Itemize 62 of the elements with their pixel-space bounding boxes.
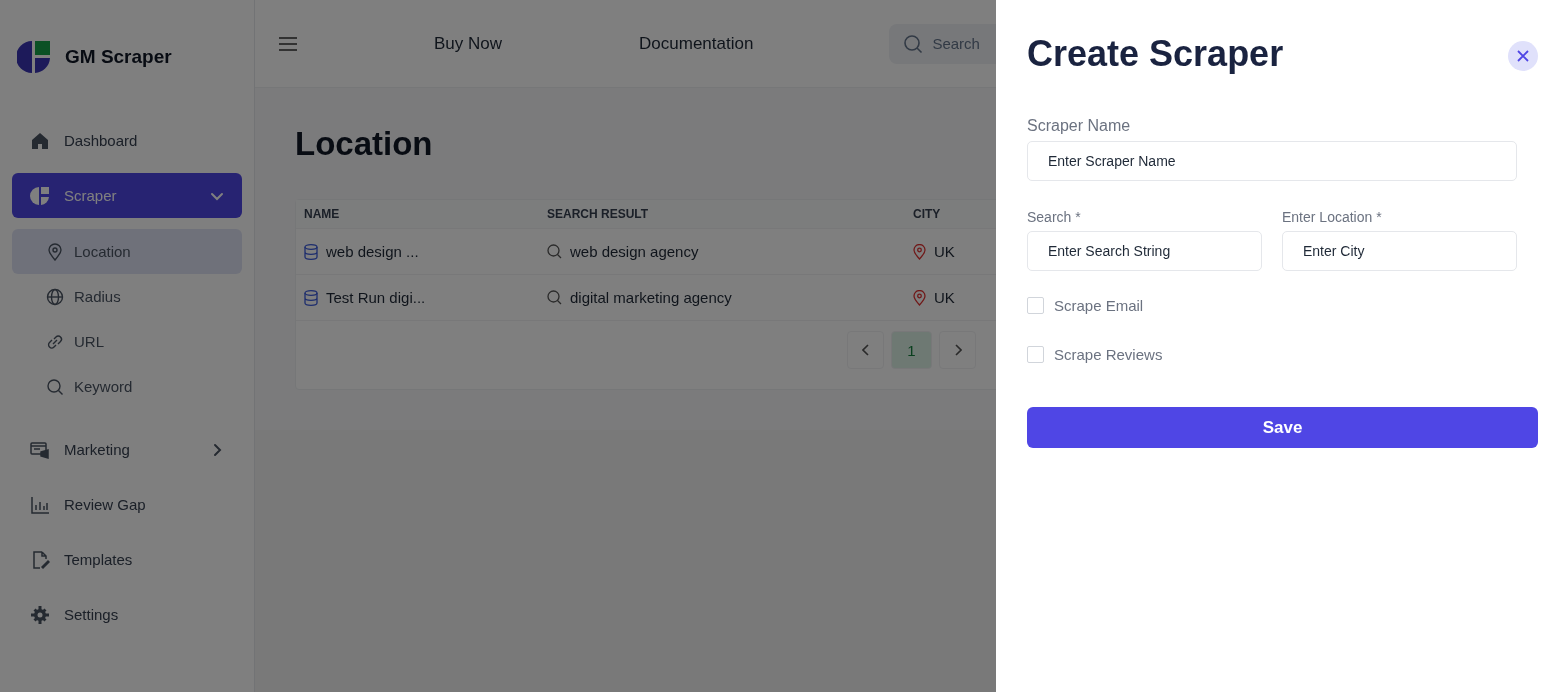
- sidebar-item[interactable]: Settings: [12, 592, 242, 637]
- sidebar-subitem[interactable]: Keyword: [12, 364, 242, 409]
- input-field[interactable]: Enter City: [1282, 231, 1517, 271]
- document-icon: [30, 549, 50, 570]
- field-label: Enter Location *: [1282, 209, 1383, 225]
- column-header: SEARCH RESULT: [547, 207, 650, 221]
- table-cell: web design agency: [570, 243, 699, 260]
- page-title: Location: [295, 124, 434, 164]
- search-icon: [547, 290, 562, 305]
- table-cell: digital marketing agency: [570, 289, 732, 306]
- previous-page-button[interactable]: [847, 331, 884, 369]
- chevron-left-icon: [861, 344, 870, 356]
- map-pin-icon: [913, 243, 926, 260]
- bar-chart-icon: [30, 494, 50, 515]
- column-header: CITY: [913, 207, 942, 221]
- close-button[interactable]: [1508, 41, 1538, 71]
- billboard-icon: [30, 439, 50, 460]
- sidebar-subitem[interactable]: Location: [12, 229, 242, 274]
- sidebar-item[interactable]: Scraper: [12, 173, 242, 218]
- checkbox-label: Scrape Reviews: [1054, 346, 1163, 363]
- checkbox[interactable]: [1027, 346, 1044, 363]
- sidebar-item[interactable]: Review Gap: [12, 482, 242, 527]
- field-label: Scraper Name: [1027, 117, 1132, 135]
- search-icon: [46, 377, 64, 396]
- input-field[interactable]: Enter Search String: [1027, 231, 1262, 271]
- checkbox[interactable]: [1027, 297, 1044, 314]
- drawer-title: Create Scraper: [1027, 32, 1284, 76]
- brand-name: GM Scraper: [65, 46, 172, 68]
- table-cell: web design ...: [326, 243, 419, 260]
- chevron-right-icon: [953, 344, 962, 356]
- table-cell: UK: [934, 289, 955, 306]
- database-icon: [304, 243, 318, 260]
- logo-icon: [17, 40, 51, 74]
- globe-icon: [46, 287, 64, 306]
- nav-link[interactable]: Buy Now: [434, 33, 503, 54]
- save-button[interactable]: Save: [1027, 407, 1538, 448]
- search-field[interactable]: Search: [889, 23, 996, 64]
- sidebar-item[interactable]: Templates: [12, 537, 242, 582]
- table-cell: UK: [934, 243, 955, 260]
- next-page-button[interactable]: [939, 331, 976, 369]
- link-icon: [46, 332, 64, 351]
- pie-chart-icon: [30, 185, 50, 206]
- checkbox-label: Scrape Email: [1054, 297, 1144, 314]
- column-header: NAME: [304, 207, 341, 221]
- nav-link[interactable]: Documentation: [639, 33, 754, 54]
- sidebar-item[interactable]: Marketing: [12, 427, 242, 472]
- search-icon: [547, 244, 562, 259]
- database-icon: [304, 289, 318, 306]
- sidebar-item[interactable]: Dashboard: [12, 118, 242, 163]
- menu-icon[interactable]: [279, 35, 297, 52]
- sidebar-subitem[interactable]: URL: [12, 319, 242, 364]
- map-pin-icon: [913, 289, 926, 306]
- page-button[interactable]: 1: [891, 331, 932, 369]
- close-icon: [1517, 50, 1529, 62]
- home-icon: [30, 130, 50, 151]
- field-label: Search *: [1027, 209, 1082, 225]
- input-field[interactable]: Enter Scraper Name: [1027, 141, 1517, 181]
- sidebar-subitem[interactable]: Radius: [12, 274, 242, 319]
- search-icon: [903, 33, 924, 54]
- map-pin-icon: [46, 242, 64, 261]
- settings-icon: [30, 604, 50, 625]
- table-cell: Test Run digi...: [326, 289, 426, 306]
